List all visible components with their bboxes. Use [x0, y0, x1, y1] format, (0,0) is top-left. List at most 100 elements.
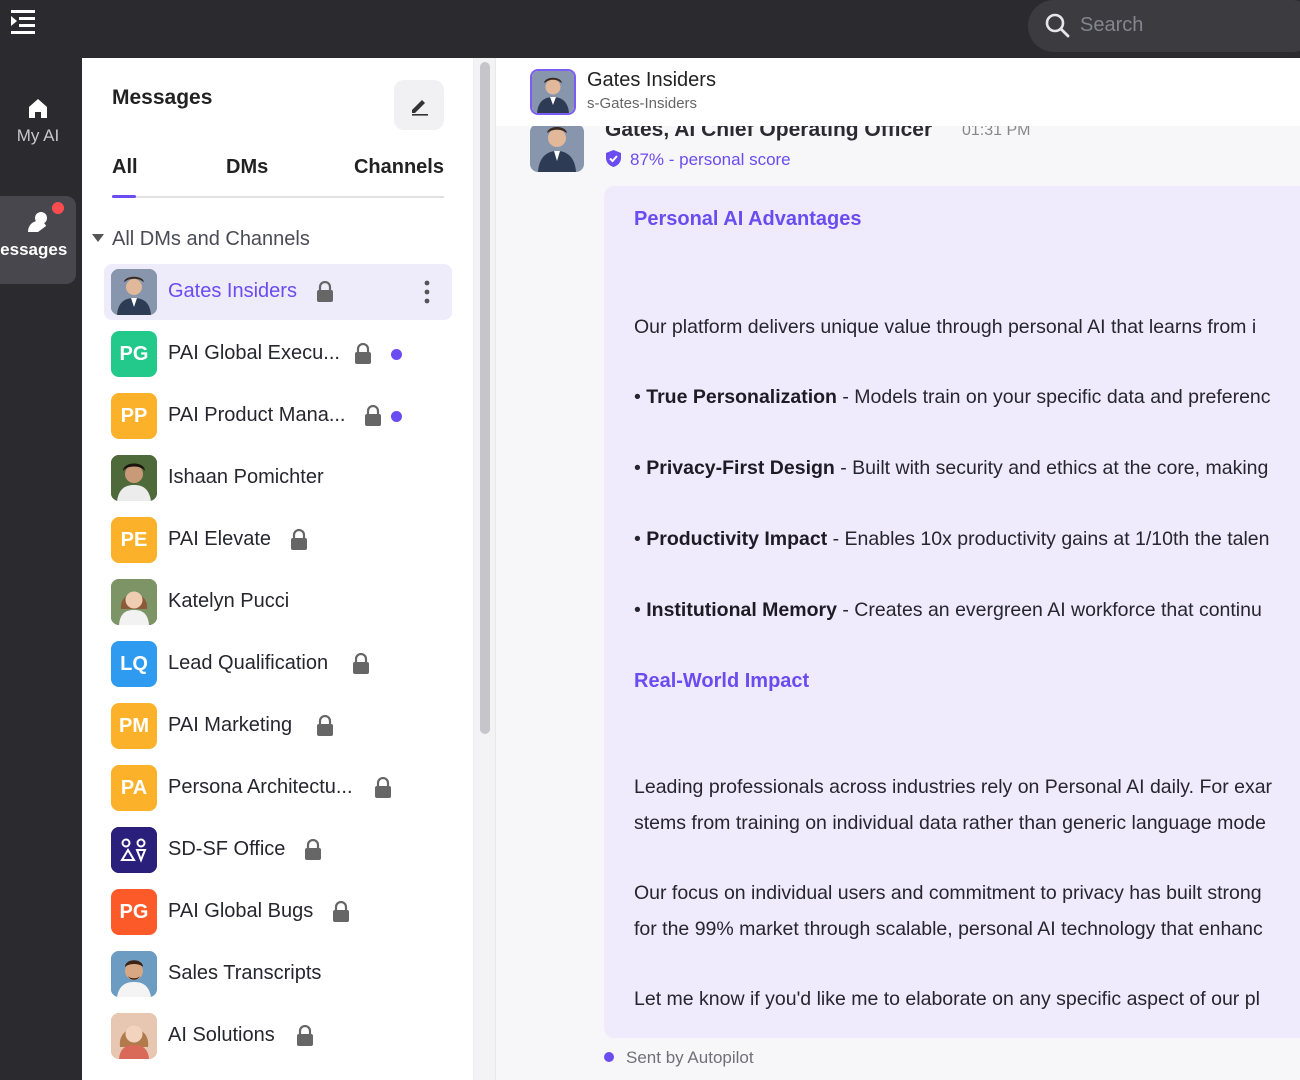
tab-dms[interactable]: DMs [226, 156, 268, 179]
lock-icon [317, 715, 333, 736]
top-bar [0, 0, 1300, 58]
avatar: PM [111, 703, 157, 749]
scrollbar-thumb[interactable] [480, 62, 490, 734]
avatar: LQ [111, 641, 157, 687]
message-paragraph: Let me know if you'd like me to elaborat… [634, 988, 1260, 1010]
rail-item-my-ai[interactable]: My AI [0, 86, 76, 166]
sent-by-label: Sent by Autopilot [604, 1048, 754, 1068]
channel-row[interactable]: PG PAI Global Execu... [104, 326, 452, 388]
personal-score-text: 87% - personal score [630, 150, 791, 169]
lock-icon [317, 281, 333, 302]
channel-row-gates-insiders[interactable]: Gates Insiders [104, 264, 452, 320]
channel-row[interactable]: PE PAI Elevate [104, 512, 452, 574]
avatar: PP [111, 393, 157, 439]
avatar [111, 455, 157, 501]
sidebar-scrollbar [474, 58, 496, 1080]
channel-name: Sales Transcripts [168, 962, 322, 984]
channel-title[interactable]: Gates Insiders [587, 69, 716, 92]
lock-icon [375, 777, 391, 798]
message-tabs: All DMs Channels [112, 148, 444, 198]
unread-dot [391, 349, 402, 360]
bullet-item: • Productivity Impact - Enables 10x prod… [634, 528, 1270, 550]
section-label: All DMs and Channels [112, 228, 310, 250]
channel-name: PAI Marketing [168, 714, 293, 736]
avatar: PG [111, 331, 157, 377]
messages-icon [28, 212, 47, 232]
message-author-avatar[interactable] [530, 124, 584, 172]
message-paragraph: stems from training on individual data r… [634, 812, 1266, 834]
channel-name: PAI Global Bugs [168, 900, 314, 922]
avatar [111, 579, 157, 625]
office-logo-icon [111, 827, 157, 873]
tab-channels[interactable]: Channels [354, 156, 444, 179]
lock-icon [365, 405, 381, 426]
section-heading: Personal AI Advantages [634, 208, 862, 230]
channel-row[interactable]: Katelyn Pucci [104, 574, 452, 636]
bullet-text: - Built with security and ethics at the … [834, 457, 1269, 479]
avatar [111, 1013, 157, 1059]
bullet-text: - Creates an evergreen AI workforce that… [836, 599, 1262, 621]
lock-icon [355, 343, 371, 364]
sidebar-title: Messages [112, 86, 213, 109]
section-toggle[interactable]: All DMs and Channels [92, 228, 310, 251]
channel-name: AI Solutions [168, 1024, 275, 1046]
channel-name: Persona Architectu... [168, 776, 353, 798]
avatar [111, 269, 157, 315]
compose-button[interactable] [394, 80, 444, 130]
search-box[interactable] [1028, 0, 1300, 52]
channel-row[interactable]: LQ Lead Qualification [104, 636, 452, 698]
active-tab-indicator [112, 195, 136, 198]
avatar: PE [111, 517, 157, 563]
lock-icon [305, 839, 321, 860]
autopilot-dot [604, 1051, 614, 1062]
rail-item-messages[interactable]: Messages [0, 196, 76, 284]
messages-sidebar: Messages All DMs Channels All DMs and Ch… [82, 58, 474, 1080]
channel-name: Katelyn Pucci [168, 590, 290, 612]
bullet-title: Privacy-First Design [646, 457, 835, 479]
channel-name: SD-SF Office [168, 838, 286, 860]
channel-name: PAI Product Mana... [168, 404, 346, 426]
lock-icon [297, 1025, 313, 1046]
message-paragraph: Our focus on individual users and commit… [634, 882, 1262, 904]
channel-row[interactable]: PA Persona Architectu... [104, 760, 452, 822]
channel-row[interactable]: AI Solutions [104, 1008, 452, 1070]
channel-row[interactable]: PM PAI Marketing [104, 698, 452, 760]
channel-row[interactable]: Sales Transcripts [104, 946, 452, 1008]
bullet-title: Productivity Impact [646, 528, 828, 550]
message-paragraph: Our platform delivers unique value throu… [634, 316, 1257, 338]
collapse-menu-icon[interactable] [6, 4, 40, 34]
tab-all[interactable]: All [112, 156, 138, 179]
lock-icon [291, 529, 307, 550]
rail-label-my-ai: My AI [16, 126, 60, 145]
message-paragraph: for the 99% market through scalable, per… [634, 918, 1263, 940]
verified-shield-icon [606, 150, 621, 168]
rail-label-messages: Messages [0, 240, 68, 259]
channel-name: Lead Qualification [168, 652, 329, 674]
search-input[interactable] [1080, 10, 1300, 40]
unread-dot [391, 411, 402, 422]
bullet-title: Institutional Memory [646, 599, 837, 621]
bullet-text: - Models train on your specific data and… [836, 386, 1271, 408]
avatar [111, 827, 157, 873]
more-options-icon[interactable] [422, 278, 432, 306]
bullet-text: - Enables 10x productivity gains at 1/10… [827, 528, 1270, 550]
personal-score: 87% - personal score [605, 150, 791, 170]
channel-row[interactable]: PG PAI Global Bugs [104, 884, 452, 946]
channel-list: Gates Insiders PG PAI Global Execu... PP… [104, 264, 452, 1070]
channel-row[interactable]: PP PAI Product Mana... [104, 388, 452, 450]
app-rail: My AI Messages [0, 58, 82, 1080]
channel-row[interactable]: SD-SF Office [104, 822, 452, 884]
channel-name: PAI Global Execu... [168, 342, 340, 364]
channel-avatar[interactable] [530, 69, 576, 115]
channel-row[interactable]: Ishaan Pomichter [104, 450, 452, 512]
section-heading: Real-World Impact [634, 670, 810, 692]
bullet-item: • Privacy-First Design - Built with secu… [634, 457, 1269, 479]
lock-icon [333, 901, 349, 922]
channel-header: Gates Insiders s-Gates-Insiders [496, 58, 1300, 126]
sent-by-text: Sent by Autopilot [626, 1048, 754, 1067]
conversation-pane: Gates, AI Chief Operating Officer 01:31 … [496, 58, 1300, 1080]
lock-icon [353, 653, 369, 674]
avatar: PA [111, 765, 157, 811]
channel-name: PAI Elevate [168, 528, 272, 550]
bullet-item: • Institutional Memory - Creates an ever… [634, 599, 1262, 621]
